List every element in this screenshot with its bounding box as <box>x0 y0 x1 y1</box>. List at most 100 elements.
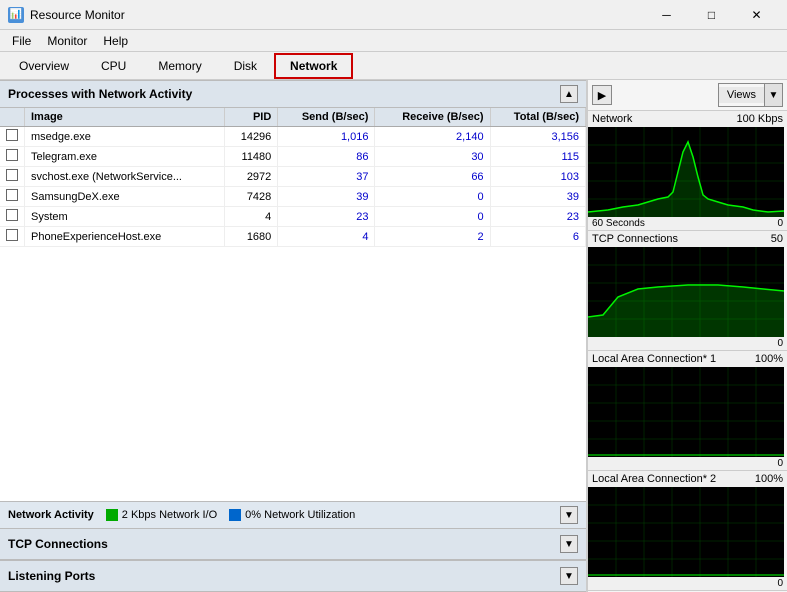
row-image: System <box>25 207 225 227</box>
tcp-connections-section[interactable]: TCP Connections ▼ <box>0 528 586 560</box>
legend-green-icon <box>106 509 118 521</box>
chart-section-0: Network 100 Kbps 60 Seconds 0 <box>588 111 787 231</box>
chart-section-1: TCP Connections 50 0 <box>588 231 787 351</box>
maximize-button[interactable]: □ <box>689 3 734 27</box>
right-panel: ▶ Views ▼ Network 100 Kbps <box>587 80 787 592</box>
legend-util: 0% Network Utilization <box>229 509 355 521</box>
right-panel-header: ▶ Views ▼ <box>588 80 787 111</box>
chart-bottom-right-0: 0 <box>777 218 783 229</box>
row-image: SamsungDeX.exe <box>25 187 225 207</box>
tab-memory[interactable]: Memory <box>143 54 216 78</box>
menu-file[interactable]: File <box>4 32 39 49</box>
row-send: 23 <box>278 207 375 227</box>
process-table-container: Image PID Send (B/sec) Receive (B/sec) T… <box>0 108 586 501</box>
app-title: Resource Monitor <box>30 8 125 22</box>
chart-canvas-0 <box>588 127 784 217</box>
chart-name-2: Local Area Connection* 1 <box>592 353 716 365</box>
table-row[interactable]: svchost.exe (NetworkService... 2972 37 6… <box>0 167 586 187</box>
row-pid: 7428 <box>225 187 278 207</box>
minimize-button[interactable]: ─ <box>644 3 689 27</box>
title-bar-left: Resource Monitor <box>8 7 125 23</box>
chart-value-2: 100% <box>755 353 783 365</box>
processes-section-header[interactable]: Processes with Network Activity ▲ <box>0 80 586 108</box>
chart-canvas-2 <box>588 367 784 457</box>
tcp-title: TCP Connections <box>8 537 108 551</box>
views-dropdown[interactable]: Views ▼ <box>718 83 783 107</box>
row-receive: 2 <box>375 227 490 247</box>
menu-bar: File Monitor Help <box>0 30 787 52</box>
row-checkbox[interactable] <box>0 127 25 147</box>
chart-canvas-3 <box>588 487 784 577</box>
row-total: 39 <box>490 187 585 207</box>
chart-bottom-3: 0 <box>588 577 787 590</box>
tab-overview[interactable]: Overview <box>4 54 84 78</box>
table-row[interactable]: PhoneExperienceHost.exe 1680 4 2 6 <box>0 227 586 247</box>
row-checkbox[interactable] <box>0 227 25 247</box>
chart-bottom-right-3: 0 <box>777 578 783 589</box>
col-pid[interactable]: PID <box>225 108 278 127</box>
row-total: 3,156 <box>490 127 585 147</box>
row-checkbox[interactable] <box>0 147 25 167</box>
nav-forward-btn[interactable]: ▶ <box>592 85 612 105</box>
chart-label-1: TCP Connections 50 <box>588 231 787 247</box>
col-receive[interactable]: Receive (B/sec) <box>375 108 490 127</box>
row-send: 86 <box>278 147 375 167</box>
row-pid: 14296 <box>225 127 278 147</box>
row-receive: 66 <box>375 167 490 187</box>
chart-value-3: 100% <box>755 473 783 485</box>
col-checkbox <box>0 108 25 127</box>
col-total[interactable]: Total (B/sec) <box>490 108 585 127</box>
row-send: 1,016 <box>278 127 375 147</box>
tab-cpu[interactable]: CPU <box>86 54 141 78</box>
listening-ports-section[interactable]: Listening Ports ▼ <box>0 560 586 592</box>
row-image: PhoneExperienceHost.exe <box>25 227 225 247</box>
col-image[interactable]: Image <box>25 108 225 127</box>
table-row[interactable]: Telegram.exe 11480 86 30 115 <box>0 147 586 167</box>
chart-section-3: Local Area Connection* 2 100% 0 <box>588 471 787 591</box>
row-checkbox[interactable] <box>0 167 25 187</box>
legend-io-label: 2 Kbps Network I/O <box>122 509 217 521</box>
row-pid: 2972 <box>225 167 278 187</box>
table-row[interactable]: msedge.exe 14296 1,016 2,140 3,156 <box>0 127 586 147</box>
table-row[interactable]: SamsungDeX.exe 7428 39 0 39 <box>0 187 586 207</box>
listening-ports-title: Listening Ports <box>8 569 95 583</box>
row-send: 37 <box>278 167 375 187</box>
processes-title: Processes with Network Activity <box>8 87 192 101</box>
network-activity-expand-btn[interactable]: ▼ <box>560 506 578 524</box>
chart-bottom-right-1: 0 <box>777 338 783 349</box>
listening-ports-collapse-btn[interactable]: ▼ <box>560 567 578 585</box>
menu-monitor[interactable]: Monitor <box>39 32 95 49</box>
legend-util-label: 0% Network Utilization <box>245 509 355 521</box>
processes-collapse-btn[interactable]: ▲ <box>560 85 578 103</box>
row-checkbox[interactable] <box>0 187 25 207</box>
tab-disk[interactable]: Disk <box>219 54 272 78</box>
row-total: 103 <box>490 167 585 187</box>
title-bar: Resource Monitor ─ □ ✕ <box>0 0 787 30</box>
col-send[interactable]: Send (B/sec) <box>278 108 375 127</box>
row-image: Telegram.exe <box>25 147 225 167</box>
close-button[interactable]: ✕ <box>734 3 779 27</box>
tab-network[interactable]: Network <box>274 53 353 79</box>
menu-help[interactable]: Help <box>95 32 136 49</box>
charts-container: Network 100 Kbps 60 Seconds 0 TCP Connec… <box>588 111 787 591</box>
row-pid: 4 <box>225 207 278 227</box>
chart-name-0: Network <box>592 113 632 125</box>
chart-label-2: Local Area Connection* 1 100% <box>588 351 787 367</box>
network-activity-section[interactable]: Network Activity 2 Kbps Network I/O 0% N… <box>0 501 586 528</box>
chart-label-0: Network 100 Kbps <box>588 111 787 127</box>
process-table: Image PID Send (B/sec) Receive (B/sec) T… <box>0 108 586 247</box>
tcp-collapse-btn[interactable]: ▼ <box>560 535 578 553</box>
row-total: 115 <box>490 147 585 167</box>
row-receive: 0 <box>375 187 490 207</box>
views-label: Views <box>719 87 764 103</box>
views-arrow-icon[interactable]: ▼ <box>764 84 782 106</box>
chart-label-3: Local Area Connection* 2 100% <box>588 471 787 487</box>
legend-blue-icon <box>229 509 241 521</box>
network-activity-title: Network Activity <box>8 509 94 521</box>
row-checkbox[interactable] <box>0 207 25 227</box>
row-receive: 2,140 <box>375 127 490 147</box>
chart-bottom-left-0: 60 Seconds <box>592 218 645 229</box>
table-row[interactable]: System 4 23 0 23 <box>0 207 586 227</box>
main-container: Processes with Network Activity ▲ Image … <box>0 80 787 592</box>
chart-bottom-1: 0 <box>588 337 787 350</box>
